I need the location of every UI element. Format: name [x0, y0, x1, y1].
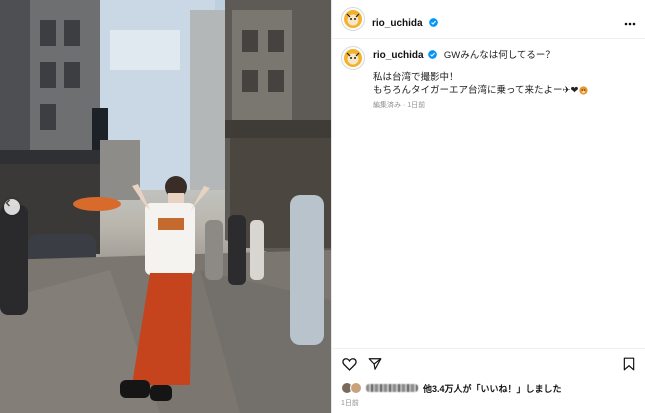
caption-header-line: rio_uchida GWみんなは何してるー？ [373, 50, 555, 62]
bookmark-icon [623, 357, 635, 371]
caption-username[interactable]: rio_uchida [373, 50, 424, 61]
verified-badge-icon [429, 18, 438, 27]
caption-line-1: 私は台湾で撮影中！ [373, 72, 459, 83]
caption-body: 私は台湾で撮影中！ もちろんタイガーエア台湾に乗って来たよー✈❤ [373, 72, 589, 97]
header-username[interactable]: rio_uchida [372, 18, 423, 29]
more-horizontal-icon [624, 22, 636, 26]
post-header: rio_uchida [332, 0, 645, 39]
avatar[interactable] [341, 7, 365, 31]
caption-meta: 編集済み · 1日前 [373, 102, 426, 109]
like-button[interactable] [342, 357, 357, 376]
carousel-previous-button[interactable] [4, 199, 20, 215]
street-scene-image [0, 0, 331, 413]
share-button[interactable] [368, 357, 382, 376]
tiger-emoji-icon [579, 86, 589, 95]
chevron-left-icon [5, 199, 10, 207]
blurred-liker-name [366, 384, 418, 392]
heart-icon [342, 358, 357, 371]
likes-summary[interactable]: 他3.4万人が「いいね！」しました [341, 381, 562, 395]
post-side-panel: rio_uchida rio_uchida GWみんなは何してるー？ 私は台湾で… [331, 0, 645, 413]
post-date[interactable]: 1日前 [341, 398, 359, 408]
verified-badge-icon [428, 50, 438, 59]
likes-text: 他3.4万人が「いいね！」しました [423, 383, 562, 394]
caption-line-2: もちろんタイガーエア台湾に乗って来たよー✈❤ [373, 84, 579, 96]
action-bar [332, 348, 645, 376]
more-options-button[interactable] [624, 13, 636, 31]
share-icon [368, 358, 382, 370]
save-button[interactable] [623, 357, 635, 376]
tiger-logo-icon [344, 10, 362, 28]
caption-first-line: GWみんなは何してるー？ [443, 50, 555, 61]
tiger-logo-icon [344, 49, 362, 67]
caption-avatar[interactable] [341, 46, 365, 70]
liker-avatar [350, 382, 362, 394]
liker-avatars [341, 382, 362, 394]
post-photo[interactable] [0, 0, 331, 413]
